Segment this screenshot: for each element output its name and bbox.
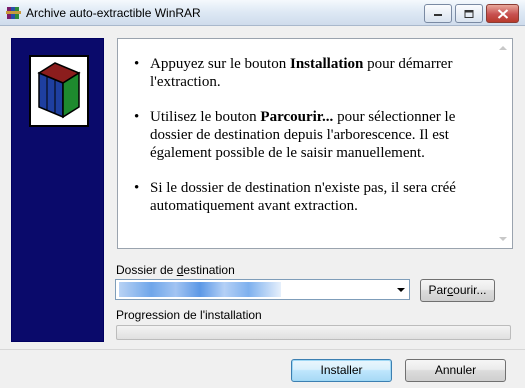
maximize-icon bbox=[464, 9, 474, 18]
title-bar: Archive auto-extractible WinRAR bbox=[0, 0, 525, 26]
instruction-item: Si le dossier de destination n'existe pa… bbox=[134, 179, 484, 215]
destination-path-value[interactable] bbox=[119, 282, 281, 297]
scroll-down-icon[interactable] bbox=[499, 237, 507, 241]
install-progress-bar bbox=[116, 325, 511, 340]
cancel-button[interactable]: Annuler bbox=[405, 359, 506, 382]
winrar-icon bbox=[6, 5, 22, 21]
scroll-up-icon[interactable] bbox=[499, 46, 507, 50]
divider bbox=[0, 349, 525, 350]
minimize-icon bbox=[434, 13, 442, 16]
chevron-down-icon[interactable] bbox=[397, 288, 405, 292]
maximize-button[interactable] bbox=[455, 4, 483, 23]
install-button[interactable]: Installer bbox=[291, 359, 392, 382]
window-title: Archive auto-extractible WinRAR bbox=[26, 6, 201, 20]
destination-combobox[interactable] bbox=[115, 279, 410, 300]
instructions-panel: Appuyez sur le bouton Installation pour … bbox=[117, 38, 513, 249]
instructions-text: Appuyez sur le bouton Installation pour … bbox=[118, 39, 494, 248]
instruction-item: Utilisez le bouton Parcourir... pour sél… bbox=[134, 108, 484, 162]
vertical-scrollbar[interactable] bbox=[495, 39, 512, 248]
browse-button[interactable]: Parcourir... bbox=[420, 279, 495, 302]
minimize-button[interactable] bbox=[424, 4, 452, 23]
close-icon bbox=[497, 8, 508, 19]
side-banner bbox=[11, 38, 104, 342]
winrar-books-logo-icon bbox=[37, 62, 81, 119]
logo-frame bbox=[29, 55, 89, 127]
progress-label: Progression de l'installation bbox=[116, 308, 262, 322]
destination-label: Dossier de destination bbox=[116, 263, 235, 277]
close-button[interactable] bbox=[486, 4, 519, 23]
instruction-item: Appuyez sur le bouton Installation pour … bbox=[134, 55, 484, 91]
